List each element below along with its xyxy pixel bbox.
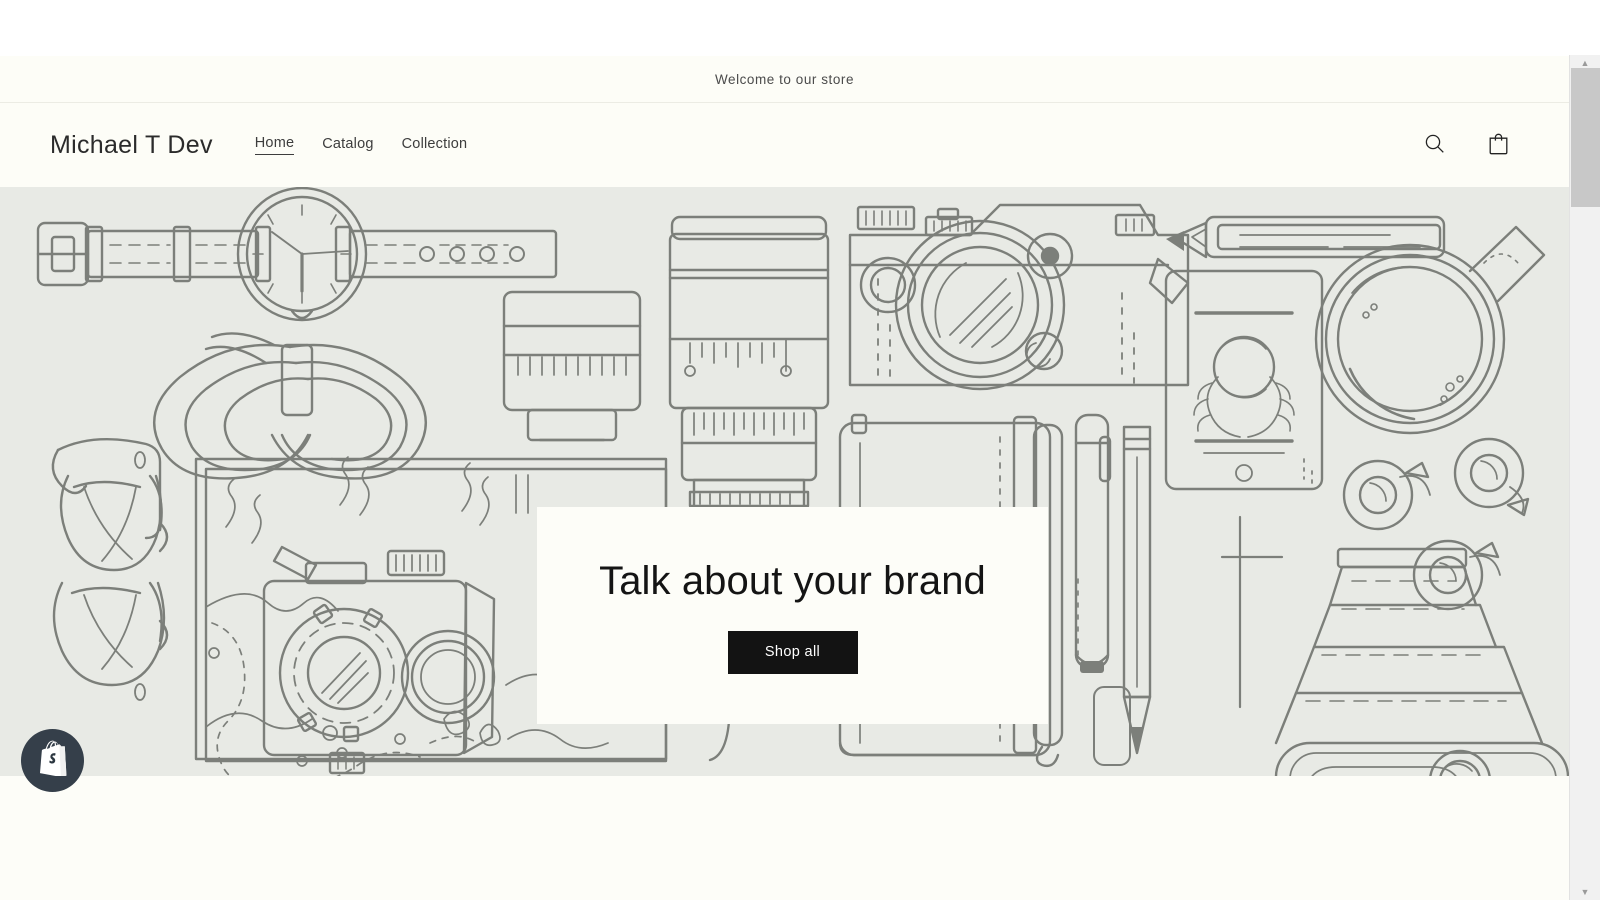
shopify-badge[interactable] <box>21 729 84 792</box>
cart-button[interactable] <box>1477 124 1519 166</box>
page-body-filler <box>0 776 1569 900</box>
header-actions <box>1413 124 1519 166</box>
site-header: Michael T Dev Home Catalog Collection <box>0 103 1569 187</box>
nav-link-collection[interactable]: Collection <box>402 136 468 155</box>
announcement-bar: Welcome to our store <box>0 56 1569 103</box>
search-button[interactable] <box>1413 124 1455 166</box>
nav-link-catalog[interactable]: Catalog <box>322 136 373 155</box>
viewport-top-spacer <box>0 0 1569 56</box>
page-viewport: Welcome to our store Michael T Dev Home … <box>0 0 1569 900</box>
main-navigation: Home Catalog Collection <box>254 135 468 155</box>
cart-icon <box>1488 132 1509 158</box>
search-icon <box>1424 133 1445 157</box>
browser-scrollbar[interactable]: ▲ ▼ <box>1569 55 1600 900</box>
hero-banner: Talk about your brand Shop all <box>0 187 1569 776</box>
announcement-text: Welcome to our store <box>714 71 855 87</box>
hero-content-card: Talk about your brand Shop all <box>537 507 1048 724</box>
hero-heading: Talk about your brand <box>599 558 986 603</box>
shopify-logo-icon <box>36 740 70 781</box>
shop-all-button[interactable]: Shop all <box>727 630 858 674</box>
nav-link-home[interactable]: Home <box>254 135 295 155</box>
scrollbar-down-arrow[interactable]: ▼ <box>1570 884 1600 900</box>
brand-logo[interactable]: Michael T Dev <box>50 131 213 160</box>
scrollbar-thumb[interactable] <box>1571 68 1600 207</box>
